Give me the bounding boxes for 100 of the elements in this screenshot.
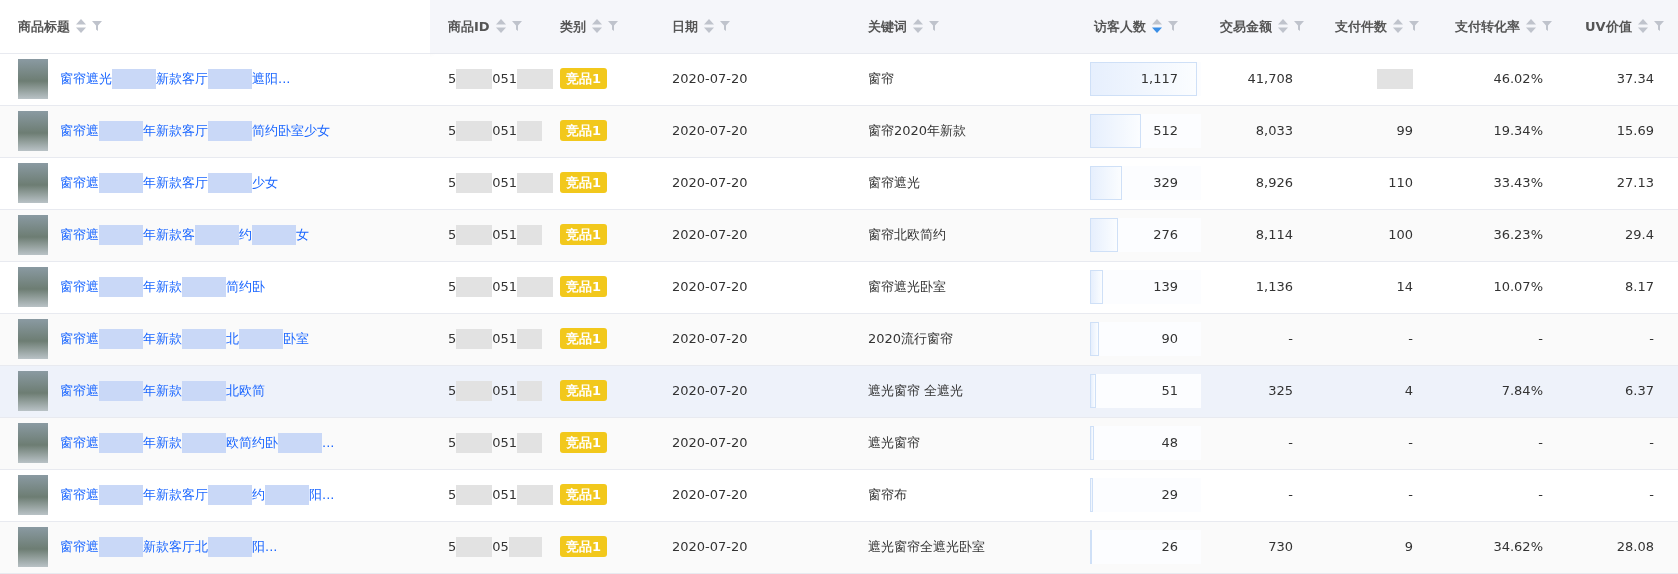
visitor-count: 26 bbox=[1161, 539, 1178, 555]
sort-icon[interactable] bbox=[76, 19, 86, 34]
product-title-link[interactable]: 年新款 bbox=[143, 381, 182, 401]
filter-icon[interactable] bbox=[608, 21, 618, 32]
redacted-text-block bbox=[456, 225, 493, 246]
redacted-text-block bbox=[112, 69, 156, 89]
redacted-text-block bbox=[195, 225, 239, 245]
sort-icon[interactable] bbox=[592, 19, 602, 34]
product-title-link[interactable]: 年新款客厅 bbox=[143, 121, 208, 141]
product-title-link[interactable]: 新款客厅 bbox=[156, 69, 208, 89]
product-title-link[interactable]: 北欧简 bbox=[226, 381, 265, 401]
product-title-link[interactable]: 窗帘遮 bbox=[60, 329, 99, 349]
keyword-text: 遮光窗帘 全遮光 bbox=[868, 383, 964, 399]
redacted-text-block bbox=[208, 121, 252, 141]
visitor-count: 512 bbox=[1153, 123, 1178, 139]
uv-value: 15.69 bbox=[1616, 123, 1654, 139]
sort-icon[interactable] bbox=[1278, 19, 1288, 34]
keyword-text: 窗帘遮光卧室 bbox=[868, 279, 946, 295]
product-title-link[interactable]: 卧室 bbox=[283, 329, 309, 349]
amount-value: 8,926 bbox=[1255, 175, 1293, 191]
filter-icon[interactable] bbox=[1542, 21, 1552, 32]
sort-icon[interactable] bbox=[1526, 19, 1536, 34]
product-title-link[interactable]: 年新款 bbox=[143, 277, 182, 297]
product-title-link[interactable]: 年新款客厅 bbox=[143, 173, 208, 193]
product-title-link[interactable]: 窗帘遮 bbox=[60, 433, 99, 453]
amount-value: 41,708 bbox=[1247, 71, 1293, 87]
product-title-link[interactable]: 遮阳... bbox=[252, 69, 291, 89]
date-text: 2020-07-20 bbox=[672, 71, 748, 87]
photo-placeholder bbox=[18, 371, 48, 411]
product-title-link[interactable]: 年新款客 bbox=[143, 225, 195, 245]
keyword-text: 遮光窗帘全遮光卧室 bbox=[868, 539, 985, 555]
product-title-link[interactable]: 约 bbox=[239, 225, 252, 245]
category-tag: 竞品1 bbox=[560, 432, 608, 454]
filter-icon[interactable] bbox=[92, 21, 102, 32]
category-tag: 竞品1 bbox=[560, 68, 608, 90]
redacted-text-block bbox=[508, 537, 545, 558]
redacted-text-block bbox=[182, 433, 226, 453]
sort-icon[interactable] bbox=[495, 19, 506, 34]
photo-placeholder bbox=[18, 111, 48, 151]
filter-icon[interactable] bbox=[720, 21, 730, 32]
redacted-text-block bbox=[456, 485, 493, 506]
count-value: - bbox=[1408, 487, 1413, 503]
product-id-fragment: 051 bbox=[492, 226, 518, 242]
product-title-link[interactable]: 窗帘遮 bbox=[60, 485, 99, 505]
column-header: 关键词 bbox=[868, 17, 907, 36]
uv-value: 8.17 bbox=[1625, 279, 1654, 295]
rate-value: 33.43% bbox=[1493, 175, 1543, 191]
product-title-link[interactable]: 简约卧室少女 bbox=[252, 121, 330, 141]
filter-icon[interactable] bbox=[1168, 21, 1178, 32]
product-title-link[interactable]: 年新款 bbox=[143, 433, 182, 453]
filter-icon[interactable] bbox=[1653, 21, 1664, 32]
visitor-count: 51 bbox=[1161, 383, 1178, 399]
product-title-link[interactable]: ... bbox=[322, 433, 335, 453]
filter-icon[interactable] bbox=[1294, 21, 1304, 32]
filter-icon[interactable] bbox=[929, 21, 939, 32]
date-text: 2020-07-20 bbox=[672, 175, 748, 191]
product-title-link[interactable]: 阳... bbox=[309, 485, 335, 505]
product-id-fragment: 5 bbox=[448, 278, 457, 294]
product-title-link[interactable]: 欧简约卧 bbox=[226, 433, 278, 453]
product-title-link[interactable]: 女 bbox=[296, 225, 309, 245]
sort-icon[interactable] bbox=[1637, 19, 1648, 34]
amount-value: 1,136 bbox=[1255, 279, 1293, 295]
redacted-text-block bbox=[456, 69, 493, 90]
photo-placeholder bbox=[18, 319, 48, 359]
product-title-link[interactable]: 简约卧 bbox=[226, 277, 265, 297]
sort-icon[interactable] bbox=[913, 19, 923, 34]
product-id-fragment: 5 bbox=[448, 538, 457, 554]
sort-icon[interactable] bbox=[1393, 19, 1403, 34]
redacted-text-block bbox=[456, 329, 493, 350]
uv-value: 6.37 bbox=[1625, 383, 1654, 399]
product-title-link[interactable]: 窗帘遮 bbox=[60, 121, 99, 141]
product-title-link[interactable]: 窗帘遮 bbox=[60, 277, 99, 297]
redacted-text-block bbox=[456, 121, 493, 142]
redacted-text-block bbox=[239, 329, 283, 349]
product-id-fragment: 05 bbox=[492, 538, 509, 554]
product-title-link[interactable]: 阳... bbox=[252, 537, 278, 557]
rate-value: 10.07% bbox=[1493, 279, 1543, 295]
redacted-text-block bbox=[99, 277, 143, 297]
product-title-link[interactable]: 新款客厅北 bbox=[143, 537, 208, 557]
product-title-link[interactable]: 窗帘遮 bbox=[60, 381, 99, 401]
redacted-text-block bbox=[517, 173, 554, 194]
product-title-link[interactable]: 年新款 bbox=[143, 329, 182, 349]
product-title-link[interactable]: 约 bbox=[252, 485, 265, 505]
product-title-link[interactable]: 窗帘遮 bbox=[60, 225, 99, 245]
keyword-text: 遮光窗帘 bbox=[868, 435, 920, 451]
photo-placeholder bbox=[18, 59, 48, 99]
column-header: 支付转化率 bbox=[1455, 17, 1520, 36]
product-title-link[interactable]: 窗帘遮 bbox=[60, 173, 99, 193]
product-title-link[interactable]: 年新款客厅 bbox=[143, 485, 208, 505]
category-tag: 竞品1 bbox=[560, 484, 608, 506]
sort-icon[interactable] bbox=[704, 19, 714, 34]
filter-icon[interactable] bbox=[1409, 21, 1419, 32]
product-title-link[interactable]: 少女 bbox=[252, 173, 278, 193]
uv-value: 28.08 bbox=[1616, 539, 1654, 555]
product-title-link[interactable]: 窗帘遮光 bbox=[60, 69, 112, 89]
sort-icon[interactable] bbox=[1152, 19, 1162, 34]
product-title-link[interactable]: 北 bbox=[226, 329, 239, 349]
product-title-link[interactable]: 窗帘遮 bbox=[60, 537, 99, 557]
filter-icon[interactable] bbox=[511, 21, 522, 32]
column-header: 交易金额 bbox=[1220, 17, 1272, 36]
